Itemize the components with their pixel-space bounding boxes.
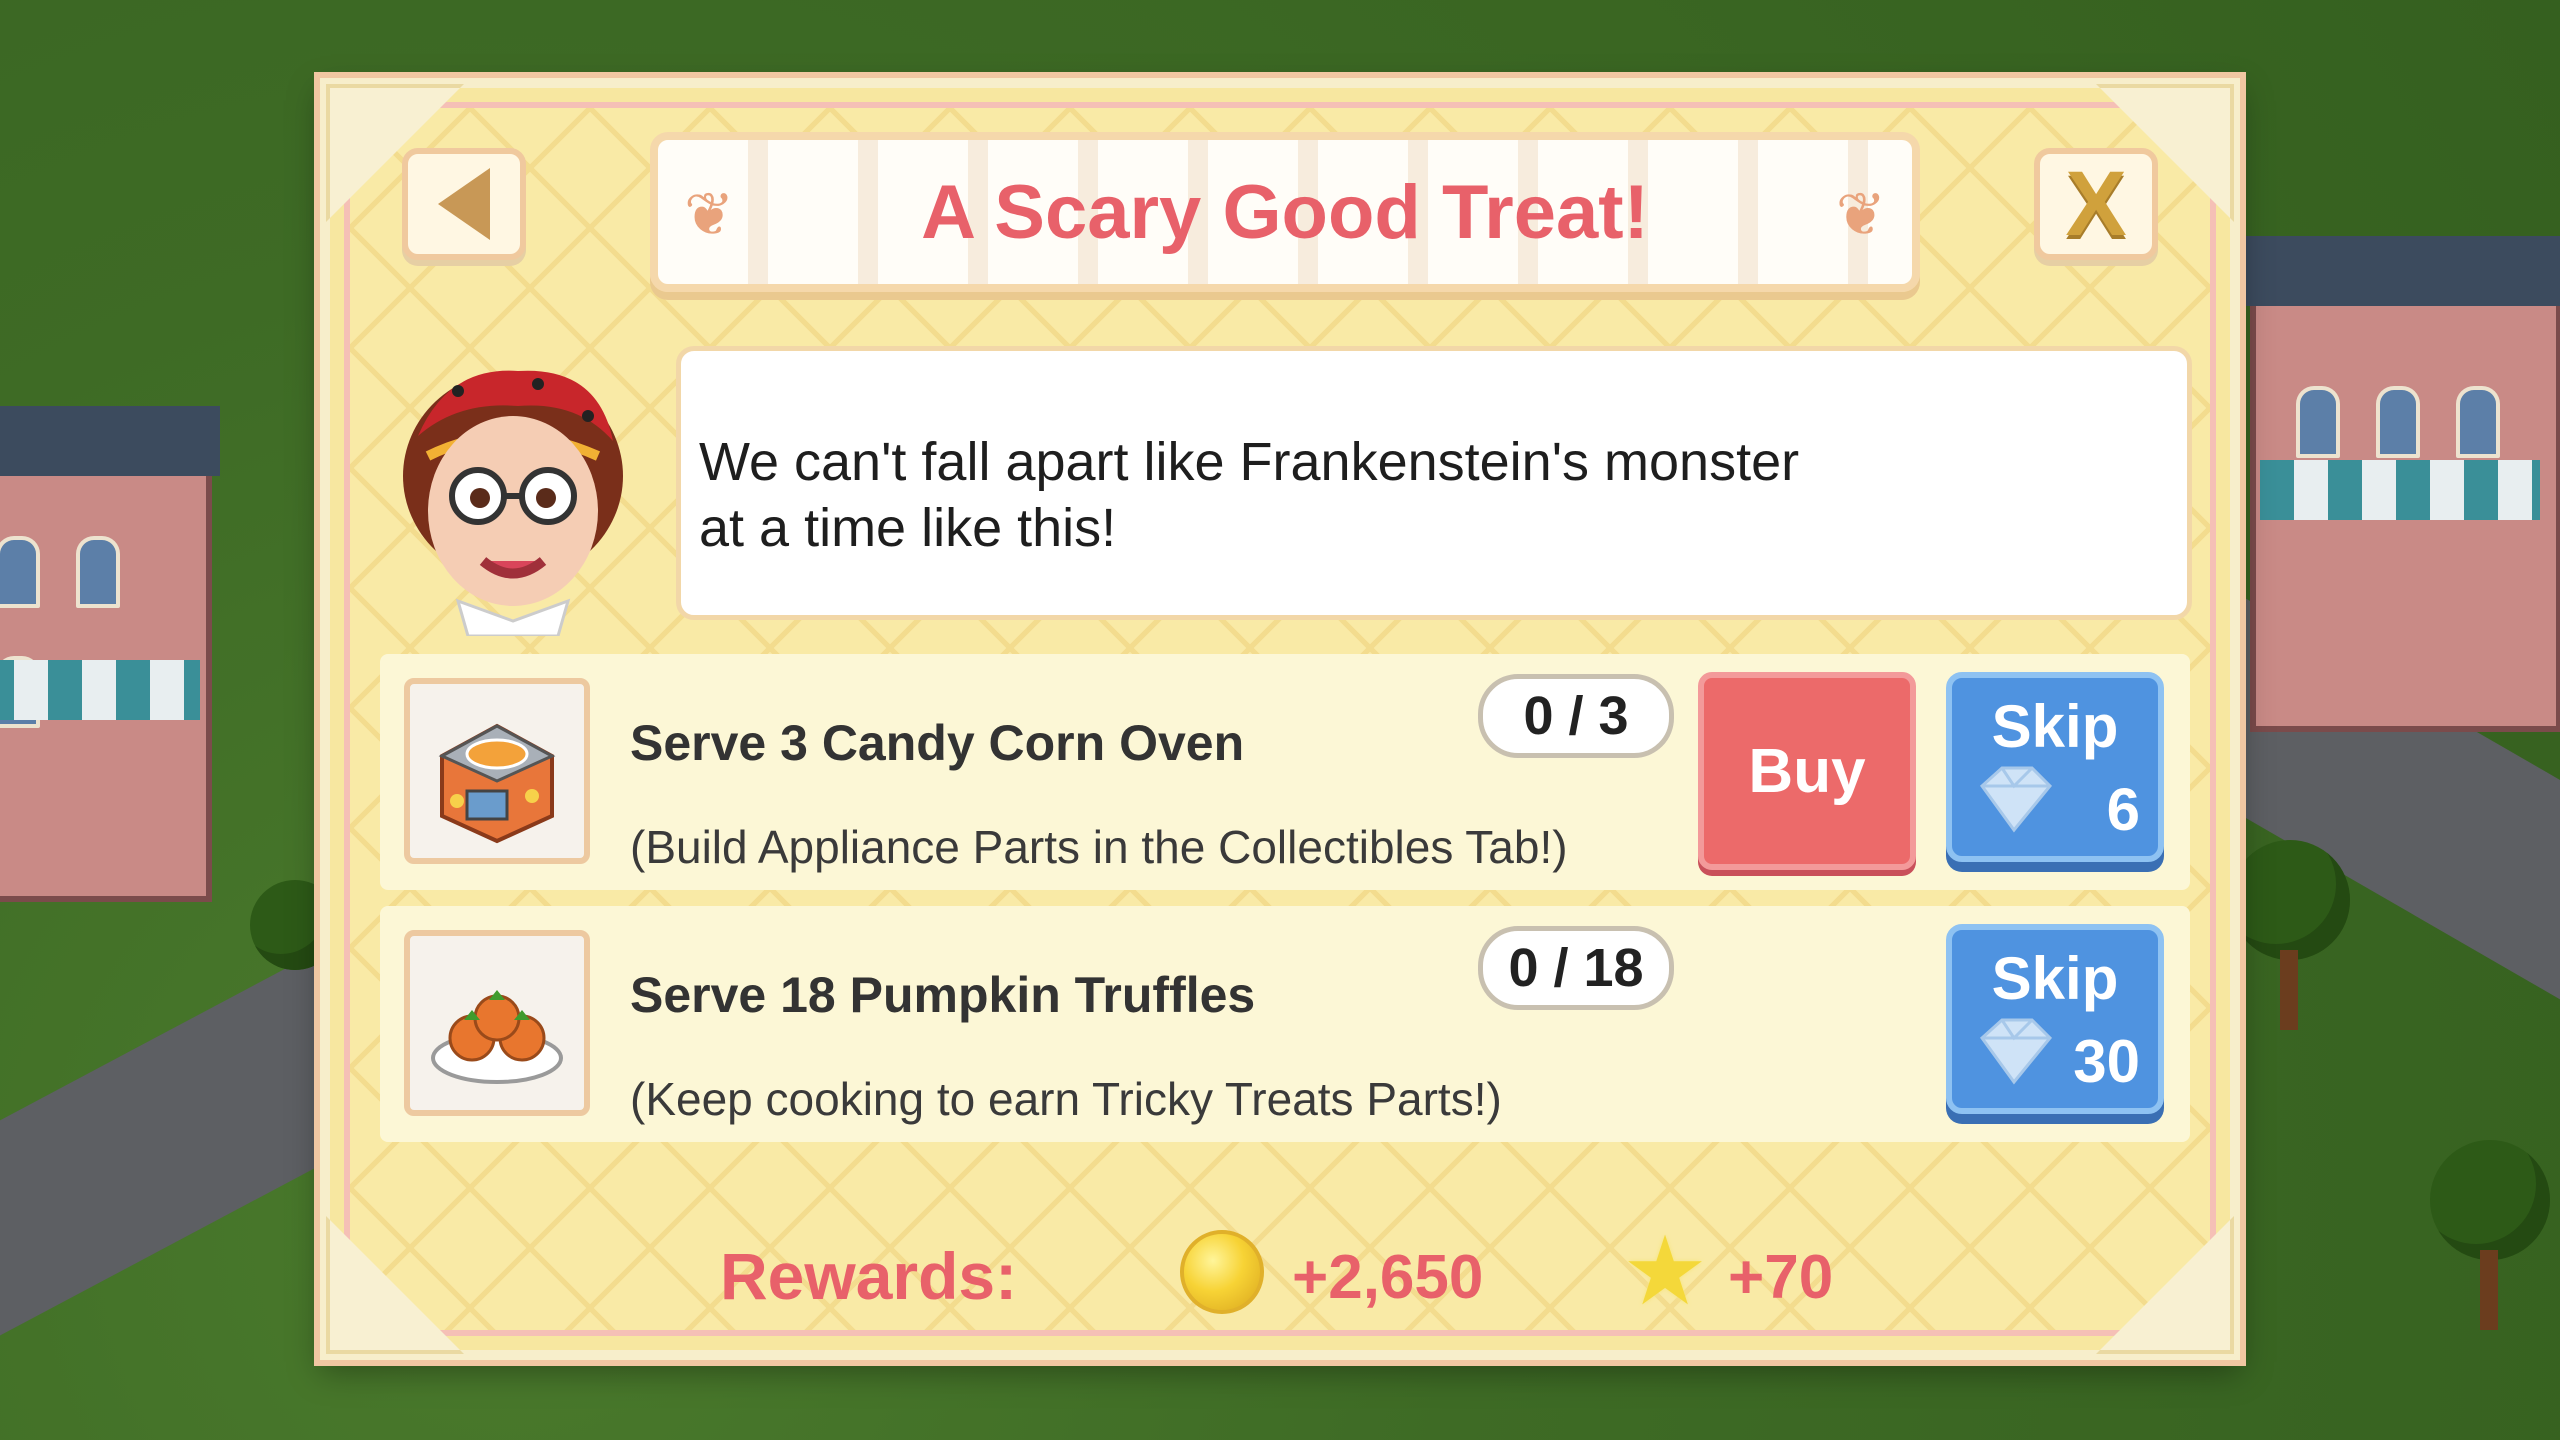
close-button[interactable]: X	[2034, 148, 2158, 260]
pumpkin-truffles-icon	[431, 990, 563, 1084]
back-arrow-icon	[438, 168, 490, 240]
skip-label: Skip	[1991, 693, 2119, 760]
awning	[0, 660, 200, 720]
speech-text-line: We can't fall apart like Frankenstein's …	[699, 432, 1800, 492]
coin-icon	[1180, 1230, 1264, 1314]
flourish-icon: ❦	[684, 181, 735, 248]
task-thumbnail	[404, 930, 590, 1116]
tree	[2430, 1140, 2550, 1260]
candy-corn-oven-icon	[438, 723, 556, 844]
skip-cost: 6	[2106, 776, 2140, 843]
task-thumbnail	[404, 678, 590, 864]
title-banner: ❦ A Scary Good Treat! ❦	[650, 132, 1920, 292]
task-progress-badge: 0 / 3	[1478, 674, 1674, 758]
coin-reward: +2,650	[1292, 1243, 1484, 1312]
gem-icon	[1979, 1018, 2053, 1085]
task-title: Serve 3 Candy Corn Oven	[630, 715, 1245, 771]
tree	[2230, 840, 2350, 960]
close-icon: X	[2065, 153, 2127, 255]
xp-reward: +70	[1728, 1243, 1834, 1312]
awning	[2260, 460, 2540, 520]
back-button[interactable]	[402, 148, 526, 260]
buy-button[interactable]: Buy	[1698, 672, 1916, 870]
dialog-title: A Scary Good Treat!	[921, 169, 1649, 255]
rewards-bar: Rewards: +2,650 ★ +70	[330, 1210, 2230, 1340]
task-title: Serve 18 Pumpkin Truffles	[630, 967, 1256, 1023]
task-hint: (Build Appliance Parts in the Collectibl…	[630, 821, 1568, 873]
flourish-icon: ❦	[1835, 181, 1886, 248]
task-row: Serve 18 Pumpkin Truffles (Keep cooking …	[380, 906, 2190, 1142]
task-hint: (Keep cooking to earn Tricky Treats Part…	[630, 1073, 1502, 1125]
rewards-label: Rewards:	[720, 1239, 1018, 1313]
quest-dialog: ❦ A Scary Good Treat! ❦ X We can't fall …	[320, 78, 2240, 1360]
skip-button[interactable]: Skip 6	[1946, 672, 2164, 862]
speech-text-line: at a time like this!	[699, 498, 1117, 558]
star-icon: ★	[1622, 1218, 1709, 1325]
task-row: Serve 3 Candy Corn Oven (Build Appliance…	[380, 654, 2190, 890]
skip-label: Skip	[1991, 945, 2119, 1012]
skip-button[interactable]: Skip 30	[1946, 924, 2164, 1114]
task-progress-badge: 0 / 18	[1478, 926, 1674, 1010]
skip-cost: 30	[2073, 1028, 2140, 1095]
speech-bubble: We can't fall apart like Frankenstein's …	[676, 346, 2192, 620]
chef-avatar	[403, 370, 623, 636]
gem-icon	[1979, 766, 2053, 833]
